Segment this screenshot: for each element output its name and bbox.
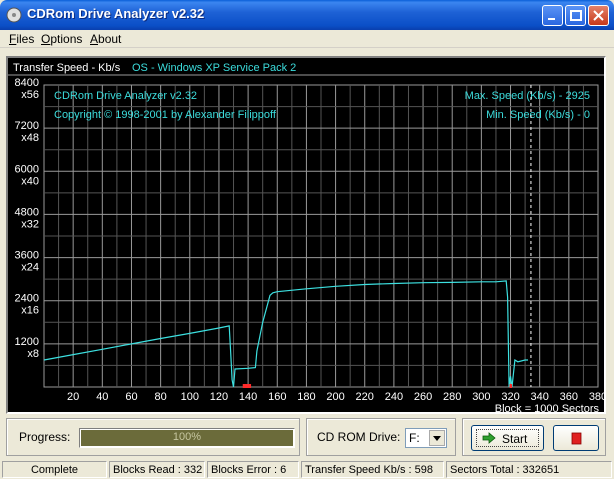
stop-icon xyxy=(571,432,582,445)
y-tick-label-speed: 4800 xyxy=(15,206,39,218)
status-blocks-read: Blocks Read : 332 xyxy=(109,461,205,478)
y-tick-label-speed: 8400 xyxy=(15,77,39,89)
status-transfer-speed: Transfer Speed Kb/s : 598 xyxy=(301,461,444,478)
y-tick-label-multiplier: x8 xyxy=(27,348,39,360)
drive-select-arrow[interactable] xyxy=(429,430,445,446)
x-tick-label: 100 xyxy=(181,391,199,403)
progress-group: Progress: 100% xyxy=(6,418,300,456)
chart-canvas: Transfer Speed - Kb/s OS - Windows XP Ser… xyxy=(8,62,604,412)
transfer-speed-chart: Transfer Speed - Kb/s OS - Windows XP Ser… xyxy=(6,56,606,414)
minimize-icon xyxy=(548,18,555,20)
status-bar: Complete Blocks Read : 332 Blocks Error … xyxy=(0,460,614,479)
menu-bar: Files Options About xyxy=(0,30,614,48)
status-sectors-total: Sectors Total : 332651 xyxy=(446,461,612,478)
chevron-down-icon xyxy=(433,436,441,441)
x-tick-label: 240 xyxy=(385,391,403,403)
error-block-mark xyxy=(248,384,252,388)
y-tick-label-speed: 2400 xyxy=(15,293,39,305)
x-tick-label: 220 xyxy=(356,391,374,403)
menu-options[interactable]: Options xyxy=(41,32,82,46)
y-tick-label-multiplier: x56 xyxy=(21,89,39,101)
y-tick-label-multiplier: x40 xyxy=(21,175,39,187)
x-tick-label: 200 xyxy=(326,391,344,403)
y-tick-label-speed: 3600 xyxy=(15,250,39,262)
x-tick-label: 280 xyxy=(443,391,461,403)
start-button-label: Start xyxy=(502,432,528,446)
drive-select-value: F: xyxy=(409,431,420,445)
x-tick-label: 20 xyxy=(67,391,79,403)
chart-header-os: OS - Windows XP Service Pack 2 xyxy=(132,62,296,74)
chart-info-copyright: Copyright © 1998-2001 by Alexander Filip… xyxy=(54,109,277,121)
menu-about-accel: A xyxy=(90,32,99,46)
minimize-button[interactable] xyxy=(542,5,563,26)
menu-options-accel: O xyxy=(41,32,51,46)
menu-options-label: ptions xyxy=(50,32,83,46)
x-tick-label: 300 xyxy=(472,391,490,403)
chart-info-max-speed: Max. Speed (Kb/s) - 2925 xyxy=(465,90,590,102)
menu-files[interactable]: Files xyxy=(9,32,34,46)
stop-button[interactable] xyxy=(553,425,599,451)
y-tick-label-multiplier: x48 xyxy=(21,132,39,144)
close-button[interactable] xyxy=(588,5,609,26)
y-tick-label-multiplier: x24 xyxy=(21,262,39,274)
x-tick-label: 380 xyxy=(589,391,604,403)
x-tick-label: 60 xyxy=(125,391,137,403)
menu-about-label: bout xyxy=(98,32,122,46)
x-tick-label: 340 xyxy=(531,391,549,403)
x-tick-label: 140 xyxy=(239,391,257,403)
progress-label: Progress: xyxy=(19,430,71,444)
chart-info-min-speed: Min. Speed (Kb/s) - 0 xyxy=(486,109,590,121)
x-tick-label: 320 xyxy=(501,391,519,403)
app-cd-icon xyxy=(6,7,22,23)
status-state: Complete xyxy=(2,461,107,478)
window-title: CDRom Drive Analyzer v2.32 xyxy=(27,6,205,21)
drive-label: CD ROM Drive: xyxy=(317,430,401,444)
x-axis-label: Block = 1000 Sectors xyxy=(495,403,600,412)
x-tick-label: 360 xyxy=(560,391,578,403)
x-tick-label: 260 xyxy=(414,391,432,403)
x-tick-label: 80 xyxy=(155,391,167,403)
drive-group: CD ROM Drive: F: xyxy=(306,418,456,456)
menu-about[interactable]: About xyxy=(90,32,121,46)
chart-header-title: Transfer Speed - Kb/s xyxy=(13,62,121,74)
maximize-button[interactable] xyxy=(565,5,586,26)
y-tick-label-multiplier: x16 xyxy=(21,305,39,317)
x-tick-label: 120 xyxy=(210,391,228,403)
progress-bar: 100% xyxy=(79,428,295,448)
x-tick-label: 180 xyxy=(297,391,315,403)
y-tick-label-speed: 6000 xyxy=(15,163,39,175)
chart-info-app: CDRom Drive Analyzer v2.32 xyxy=(54,90,197,102)
start-button[interactable]: Start xyxy=(471,425,544,451)
title-bar[interactable]: CDRom Drive Analyzer v2.32 xyxy=(0,0,614,30)
y-tick-label-speed: 1200 xyxy=(15,336,39,348)
error-block-mark xyxy=(509,384,513,388)
menu-files-label: iles xyxy=(16,32,35,46)
y-tick-label-speed: 7200 xyxy=(15,120,39,132)
y-tick-label-multiplier: x32 xyxy=(21,218,39,230)
arrow-right-icon xyxy=(482,432,496,444)
maximize-icon xyxy=(570,10,582,21)
drive-select[interactable]: F: xyxy=(405,428,447,448)
progress-text: 100% xyxy=(172,431,202,443)
x-tick-label: 160 xyxy=(268,391,286,403)
actions-group: Start xyxy=(462,418,606,456)
status-blocks-error: Blocks Error : 6 xyxy=(207,461,299,478)
close-icon xyxy=(593,10,604,21)
x-tick-label: 40 xyxy=(96,391,108,403)
